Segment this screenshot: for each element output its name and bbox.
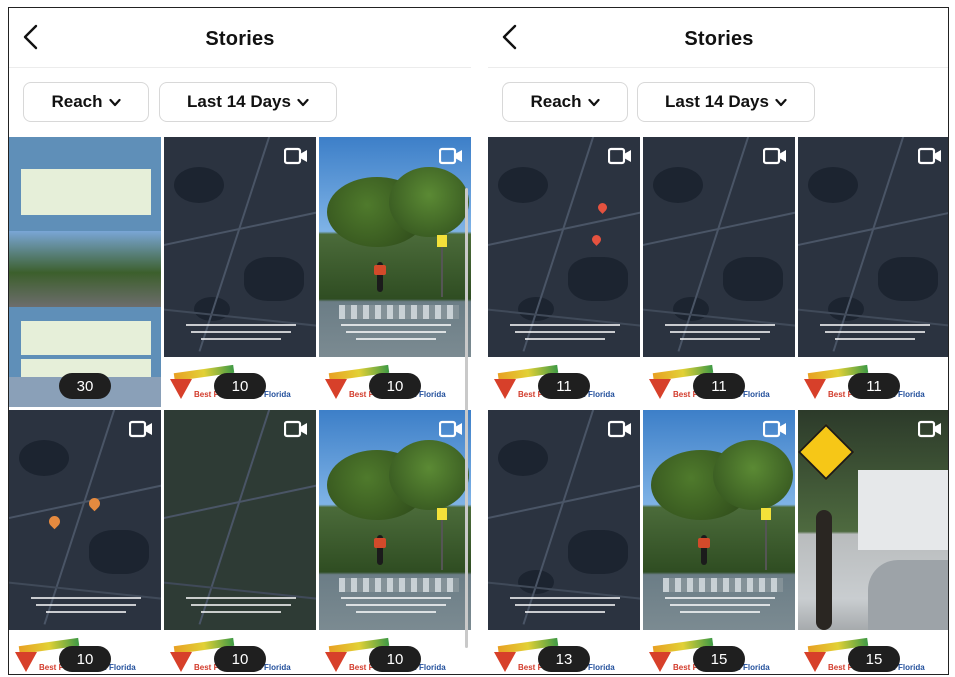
story-tile[interactable]: Best Foot ral Florida 11 bbox=[798, 137, 948, 407]
story-caption bbox=[661, 592, 779, 622]
reach-count-badge: 10 bbox=[369, 373, 421, 399]
stories-grid: Best Foot ral Florida 11 Best Foot ral Flo… bbox=[488, 137, 948, 674]
story-caption bbox=[816, 319, 934, 349]
screenshot-frame: Stories Reach Last 14 Days 30 Best Foot … bbox=[8, 7, 949, 675]
video-camera-icon bbox=[762, 420, 787, 438]
video-camera-icon bbox=[283, 147, 308, 165]
video-camera-icon bbox=[438, 420, 463, 438]
chevron-down-icon bbox=[108, 98, 121, 106]
story-tile[interactable]: Best Foot ral Florida 10 bbox=[319, 410, 471, 674]
story-group-photo bbox=[9, 231, 161, 307]
chevron-down-icon bbox=[587, 98, 600, 106]
metric-filter-label: Reach bbox=[530, 92, 582, 111]
reach-count-badge: 11 bbox=[538, 373, 590, 399]
video-camera-icon bbox=[607, 420, 632, 438]
video-camera-icon bbox=[917, 147, 942, 165]
story-tile[interactable]: Best Foot ral Florida 13 bbox=[488, 410, 640, 674]
story-tile[interactable]: Best Foot ral Florida 11 bbox=[643, 137, 795, 407]
stories-screen-right: Stories Reach Last 14 Days Best Foot ral … bbox=[488, 8, 948, 674]
chevron-down-icon bbox=[775, 98, 787, 106]
reach-count-badge: 10 bbox=[59, 646, 111, 672]
story-text-card bbox=[21, 169, 151, 215]
date-range-label: Last 14 Days bbox=[187, 92, 291, 111]
video-camera-icon bbox=[438, 147, 463, 165]
story-caption bbox=[661, 319, 779, 349]
story-tile[interactable]: Best Foot ral Florida 15 bbox=[798, 410, 948, 674]
story-tile[interactable]: Best Foot ral Florida 10 bbox=[9, 410, 161, 674]
date-range-label: Last 14 Days bbox=[665, 92, 769, 111]
top-bar: Stories bbox=[9, 8, 471, 68]
story-tile[interactable]: Best Foot ral Florida 10 bbox=[319, 137, 471, 407]
video-camera-icon bbox=[762, 147, 787, 165]
video-camera-icon bbox=[128, 420, 153, 438]
story-text-card bbox=[21, 321, 151, 355]
reach-count-badge: 15 bbox=[848, 646, 900, 672]
date-range-dropdown[interactable]: Last 14 Days bbox=[637, 82, 815, 122]
reach-count-badge: 30 bbox=[59, 373, 111, 399]
story-caption bbox=[182, 592, 300, 622]
reach-count-badge: 13 bbox=[538, 646, 590, 672]
story-tile[interactable]: Best Foot ral Florida 11 bbox=[488, 137, 640, 407]
story-tile[interactable]: Best Foot ral Florida 15 bbox=[643, 410, 795, 674]
story-tile[interactable]: Best Foot ral Florida 10 bbox=[164, 137, 316, 407]
chevron-down-icon bbox=[297, 98, 309, 106]
video-camera-icon bbox=[917, 420, 942, 438]
pedestrian-crossing-sign bbox=[798, 423, 855, 481]
page-title: Stories bbox=[684, 28, 754, 50]
reach-count-badge: 10 bbox=[214, 373, 266, 399]
reach-count-badge: 15 bbox=[693, 646, 745, 672]
story-tile[interactable]: 30 bbox=[9, 137, 161, 407]
story-caption bbox=[506, 319, 624, 349]
metric-filter-dropdown[interactable]: Reach bbox=[23, 82, 149, 122]
reach-count-badge: 11 bbox=[693, 373, 745, 399]
video-camera-icon bbox=[607, 147, 632, 165]
story-tile[interactable]: Best Foot ral Florida 10 bbox=[164, 410, 316, 674]
stories-screen-left: Stories Reach Last 14 Days 30 Best Foot … bbox=[9, 8, 471, 674]
story-caption bbox=[337, 592, 455, 622]
top-bar: Stories bbox=[488, 8, 948, 68]
reach-count-badge: 10 bbox=[369, 646, 421, 672]
page-title: Stories bbox=[205, 28, 275, 50]
video-camera-icon bbox=[283, 420, 308, 438]
metric-filter-dropdown[interactable]: Reach bbox=[502, 82, 628, 122]
story-caption bbox=[27, 592, 145, 622]
reach-count-badge: 10 bbox=[214, 646, 266, 672]
date-range-dropdown[interactable]: Last 14 Days bbox=[159, 82, 337, 122]
stories-grid: 30 Best Foot ral Florida 10 Best Foot ral … bbox=[9, 137, 471, 674]
story-caption bbox=[182, 319, 300, 349]
story-caption bbox=[337, 319, 455, 349]
scrollbar[interactable] bbox=[465, 188, 468, 648]
story-caption bbox=[506, 592, 624, 622]
reach-count-badge: 11 bbox=[848, 373, 900, 399]
metric-filter-label: Reach bbox=[51, 92, 103, 111]
